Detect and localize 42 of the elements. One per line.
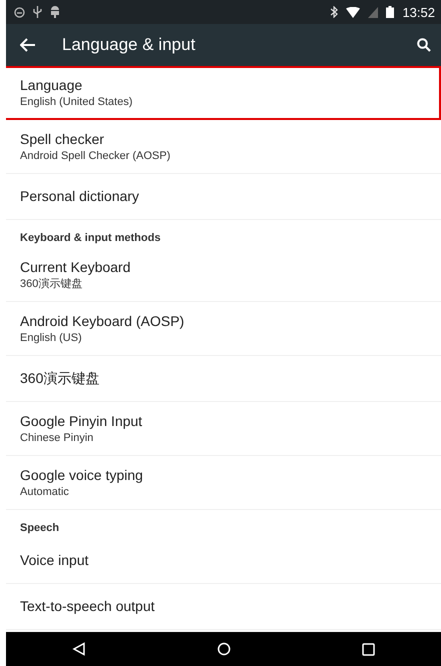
item-summary: Chinese Pinyin — [20, 430, 94, 446]
section-header: Keyboard & input methods — [6, 220, 441, 248]
item-summary: Android Spell Checker (AOSP) — [20, 148, 172, 164]
list-item[interactable]: Text-to-speech output — [6, 584, 441, 630]
list-item[interactable]: Voice input — [6, 538, 441, 584]
list-item[interactable]: Google voice typing Automatic — [6, 456, 441, 510]
item-title: Voice input — [20, 551, 90, 570]
battery-icon — [386, 6, 394, 18]
android-icon — [50, 6, 60, 18]
item-title: Text-to-speech output — [20, 597, 156, 616]
item-summary: English (US) — [20, 330, 83, 346]
item-title: 360演示键盘 — [20, 369, 100, 388]
usb-icon — [33, 6, 42, 18]
item-title: Personal dictionary — [20, 187, 140, 206]
section-header: Speech — [6, 510, 441, 538]
recents-icon[interactable] — [362, 642, 376, 656]
list-item[interactable]: Spell checker Android Spell Checker (AOSP) — [6, 120, 441, 174]
item-summary: English (United States) — [20, 95, 134, 110]
item-summary: Automatic — [20, 484, 70, 500]
back-icon[interactable] — [72, 642, 86, 656]
item-title: Google voice typing — [20, 466, 144, 484]
search-icon[interactable] — [417, 38, 431, 52]
highlighted-list-item[interactable]: Language English (United States) — [6, 66, 441, 120]
item-title: Language — [20, 76, 84, 95]
list-item[interactable]: 360演示键盘 — [6, 356, 441, 402]
home-icon[interactable] — [216, 642, 231, 656]
item-title: Google Pinyin Input — [20, 412, 144, 430]
signal-icon — [368, 6, 378, 18]
screen-title: Language & input — [62, 35, 196, 55]
item-summary: 360演示键盘 — [20, 276, 84, 292]
list-item[interactable]: Personal dictionary — [6, 174, 441, 220]
item-title: Android Keyboard (AOSP) — [20, 312, 186, 330]
item-title: Current Keyboard — [20, 258, 132, 276]
item-title: Spell checker — [20, 130, 106, 148]
list-item[interactable]: Android Keyboard (AOSP) English (US) — [6, 302, 441, 356]
back-arrow-icon[interactable] — [20, 38, 36, 52]
clock-time: 13:52 — [402, 4, 435, 20]
list-item[interactable]: Current Keyboard 360演示键盘 — [6, 248, 441, 302]
wifi-icon — [346, 6, 360, 18]
bluetooth-icon — [330, 6, 338, 18]
notification-icon — [14, 6, 25, 18]
list-item[interactable]: Google Pinyin Input Chinese Pinyin — [6, 402, 441, 456]
